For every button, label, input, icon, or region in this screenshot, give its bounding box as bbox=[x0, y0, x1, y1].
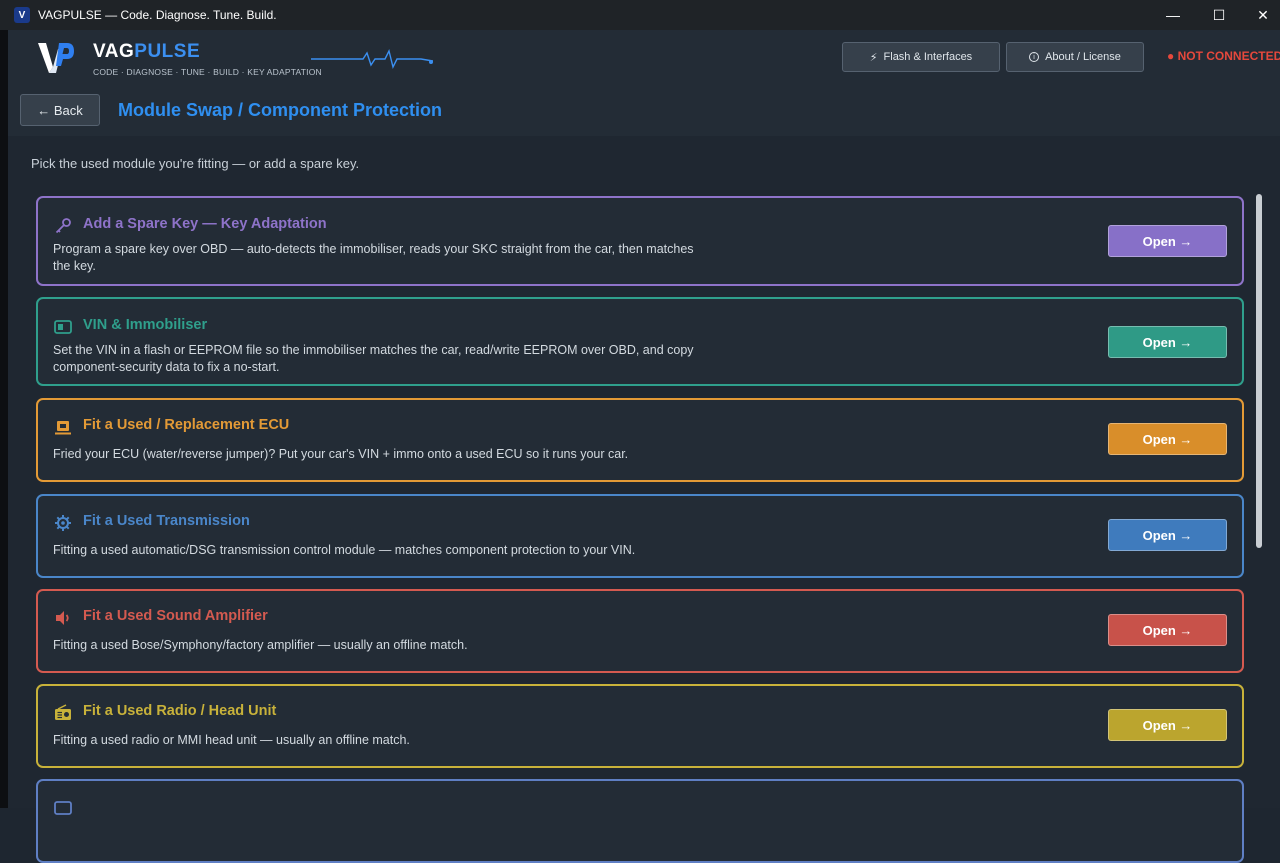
flash-interfaces-button[interactable]: ⚡ Flash & Interfaces bbox=[842, 42, 1000, 72]
gear-icon bbox=[53, 513, 73, 533]
card-replacement-ecu: Fit a Used / Replacement ECU Fried your … bbox=[36, 398, 1244, 482]
card-used-transmission: Fit a Used Transmission Fitting a used a… bbox=[36, 494, 1244, 578]
logo-icon bbox=[38, 43, 74, 73]
brand-part-2: PULSE bbox=[134, 41, 201, 62]
open-button[interactable]: Open → bbox=[1108, 519, 1227, 551]
card-description: Fitting a used radio or MMI head unit — … bbox=[53, 733, 410, 747]
open-button[interactable]: Open → bbox=[1108, 614, 1227, 646]
card-description: Set the VIN in a flash or EEPROM file so… bbox=[53, 343, 694, 374]
page-title: Module Swap / Component Protection bbox=[118, 100, 442, 120]
app-icon: V bbox=[14, 7, 30, 23]
brand-name: VAGPULSE bbox=[93, 41, 200, 63]
minimize-button[interactable]: — bbox=[1150, 0, 1196, 30]
card-title: Fit a Used Transmission bbox=[83, 513, 250, 529]
card-radio-head-unit: Fit a Used Radio / Head Unit Fitting a u… bbox=[36, 684, 1244, 768]
pulse-line-icon bbox=[311, 48, 433, 70]
maximize-button[interactable]: ☐ bbox=[1196, 0, 1242, 30]
radio-icon bbox=[53, 703, 73, 723]
card-title: Add a Spare Key — Key Adaptation bbox=[83, 216, 327, 232]
close-button[interactable]: ✕ bbox=[1240, 0, 1280, 30]
card-description: Fitting a used automatic/DSG transmissio… bbox=[53, 543, 636, 557]
key-icon bbox=[53, 216, 73, 236]
lightning-icon: ⚡ bbox=[869, 51, 878, 64]
window-titlebar: V VAGPULSE — Code. Diagnose. Tune. Build… bbox=[0, 0, 1280, 30]
back-button[interactable]: ← Back bbox=[20, 94, 100, 126]
id-card-icon bbox=[53, 317, 73, 337]
card-description: Fried your ECU (water/reverse jumper)? P… bbox=[53, 447, 629, 461]
card-instrument-cluster bbox=[36, 779, 1244, 863]
content-area: Pick the used module you're fitting — or… bbox=[8, 136, 1280, 863]
dashboard-icon bbox=[53, 798, 73, 818]
app-header: VAGPULSE CODE · DIAGNOSE · TUNE · BUILD … bbox=[8, 30, 1280, 136]
card-description: Fitting a used Bose/Symphony/factory amp… bbox=[53, 638, 468, 652]
card-vin-immobiliser: VIN & Immobiliser Set the VIN in a flash… bbox=[36, 297, 1244, 386]
brand-tagline: CODE · DIAGNOSE · TUNE · BUILD · KEY ADA… bbox=[93, 67, 322, 77]
scrollbar-thumb[interactable] bbox=[1256, 194, 1262, 548]
card-sound-amplifier: Fit a Used Sound Amplifier Fitting a use… bbox=[36, 589, 1244, 673]
card-title: Fit a Used / Replacement ECU bbox=[83, 417, 290, 433]
about-license-button[interactable]: i About / License bbox=[1006, 42, 1144, 72]
open-button[interactable]: Open → bbox=[1108, 709, 1227, 741]
window-edge bbox=[0, 30, 8, 808]
card-title: Fit a Used Sound Amplifier bbox=[83, 608, 268, 624]
connection-status: ● NOT CONNECTED bbox=[1167, 49, 1280, 63]
card-title: Fit a Used Radio / Head Unit bbox=[83, 703, 277, 719]
intro-text: Pick the used module you're fitting — or… bbox=[31, 156, 360, 171]
speaker-icon bbox=[53, 608, 73, 628]
chip-icon bbox=[53, 417, 73, 437]
about-license-label: About / License bbox=[1045, 51, 1121, 63]
brand-part-1: VAG bbox=[93, 41, 135, 62]
flash-interfaces-label: Flash & Interfaces bbox=[883, 51, 973, 63]
info-icon: i bbox=[1029, 52, 1040, 62]
open-button[interactable]: Open → bbox=[1108, 225, 1227, 257]
open-button[interactable]: Open → bbox=[1108, 423, 1227, 455]
card-description: Program a spare key over OBD — auto-dete… bbox=[53, 242, 694, 273]
window-title: VAGPULSE — Code. Diagnose. Tune. Build. bbox=[38, 8, 277, 22]
card-spare-key: Add a Spare Key — Key Adaptation Program… bbox=[36, 196, 1244, 286]
card-title: VIN & Immobiliser bbox=[83, 317, 208, 333]
open-button[interactable]: Open → bbox=[1108, 326, 1227, 358]
